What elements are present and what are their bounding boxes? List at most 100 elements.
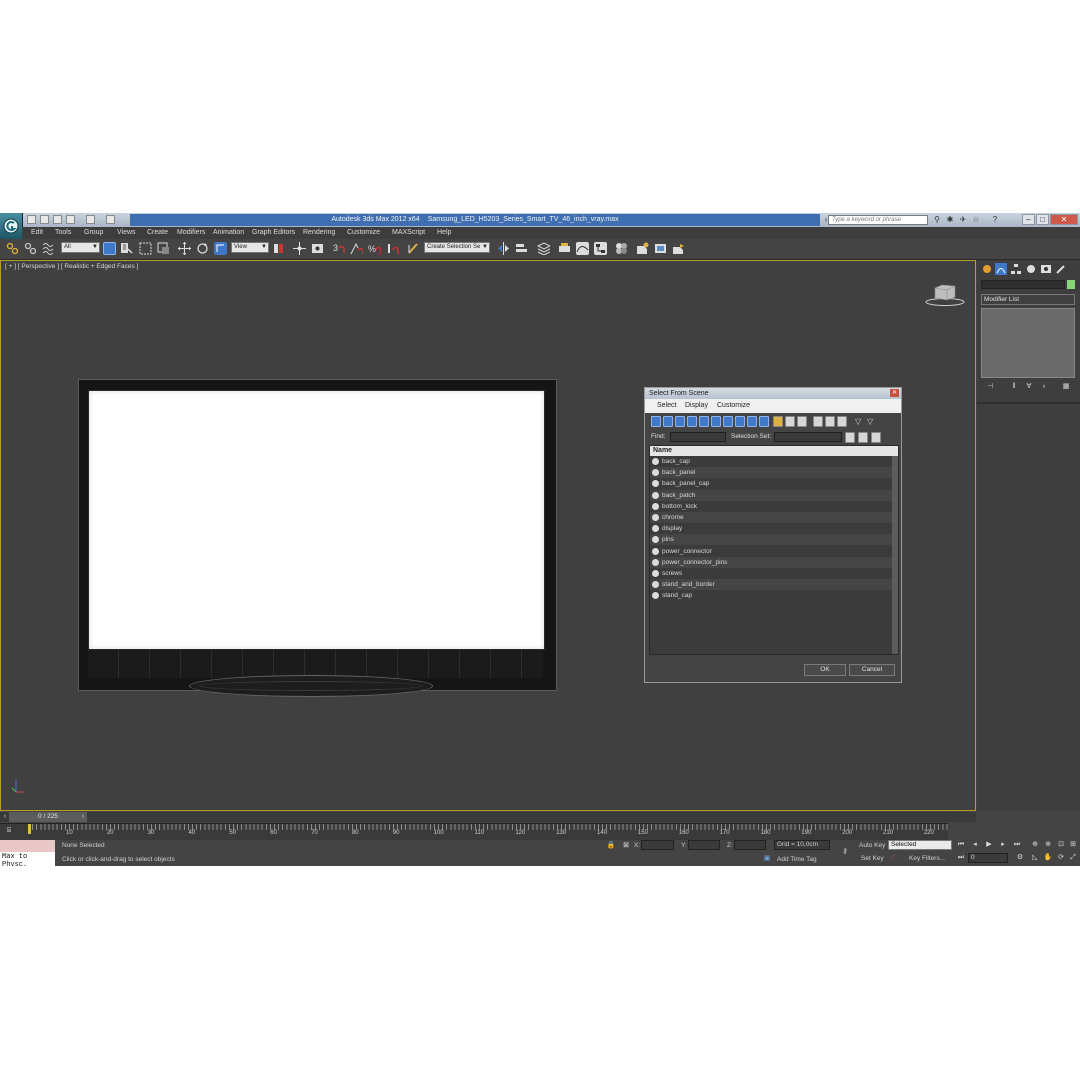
select-and-move-highlight-icon[interactable] — [214, 242, 227, 255]
selection-lock-icon[interactable]: 🔒 — [606, 841, 616, 851]
find-input[interactable] — [670, 432, 726, 442]
curve-editor-icon[interactable] — [576, 242, 589, 255]
display-cameras-icon[interactable] — [687, 416, 697, 427]
project-folder-icon[interactable] — [106, 215, 115, 224]
pan-view-icon[interactable]: ✋ — [1043, 853, 1053, 863]
display-xrefs-icon[interactable] — [735, 416, 745, 427]
add-time-tag-icon[interactable]: ▣ — [762, 854, 772, 864]
hierarchy-tab-icon[interactable] — [1010, 263, 1022, 275]
zoom-all-icon[interactable]: ⊕ — [1043, 840, 1053, 850]
display-lights-icon[interactable] — [675, 416, 685, 427]
object-name-input[interactable] — [981, 280, 1065, 289]
menu-edit[interactable]: Edit — [31, 228, 43, 238]
menu-graph-editors[interactable]: Graph Editors — [252, 228, 295, 238]
align-icon[interactable] — [515, 242, 528, 255]
bind-space-warp-icon[interactable] — [42, 242, 55, 255]
y-coordinate-field[interactable] — [688, 840, 720, 850]
display-helpers-icon[interactable] — [699, 416, 709, 427]
unlink-selection-icon[interactable] — [24, 242, 37, 255]
menu-help[interactable]: Help — [437, 228, 451, 238]
dialog-close-icon[interactable]: ✕ — [890, 389, 899, 397]
display-tab-icon[interactable] — [1040, 263, 1052, 275]
mirror-icon[interactable] — [497, 242, 510, 255]
perspective-viewport[interactable]: [ + ] [ Perspective ] [ Realistic + Edge… — [0, 260, 976, 811]
maximize-viewport-icon[interactable]: ⤢ — [1068, 853, 1078, 863]
object-list-row[interactable]: power_connector_pins — [650, 556, 892, 568]
binoculars-icon[interactable]: ⚲ — [932, 215, 942, 225]
time-configuration-icon[interactable]: ⚙ — [1015, 853, 1025, 863]
menu-views[interactable]: Views — [117, 228, 136, 238]
select-and-manipulate-icon[interactable] — [293, 242, 306, 255]
use-pivot-center-icon[interactable] — [272, 242, 285, 255]
new-file-icon[interactable] — [27, 215, 36, 224]
menu-customize[interactable]: Customize — [347, 228, 380, 238]
add-time-tag[interactable]: Add Time Tag — [777, 856, 817, 863]
add-to-selection-set-icon[interactable] — [858, 432, 868, 443]
display-groups-icon[interactable] — [723, 416, 733, 427]
window-crossing-icon[interactable] — [157, 242, 170, 255]
maxscript-listener-input[interactable] — [0, 840, 55, 852]
select-and-rotate-icon[interactable] — [196, 242, 209, 255]
remove-from-selection-set-icon[interactable] — [871, 432, 881, 443]
named-selection-sets-dropdown[interactable]: Create Selection Se ▼ — [424, 242, 490, 253]
z-coordinate-field[interactable] — [734, 840, 766, 850]
percent-snap-toggle-icon[interactable]: % — [368, 242, 381, 255]
zoom-extents-icon[interactable]: ⊡ — [1056, 840, 1066, 850]
field-of-view-icon[interactable]: ◺ — [1030, 853, 1040, 863]
render-setup-icon[interactable] — [636, 242, 649, 255]
current-frame-field[interactable]: 0 — [968, 853, 1008, 863]
object-list-row[interactable]: display — [650, 523, 892, 534]
pin-stack-icon[interactable]: ⊣ — [985, 382, 995, 392]
list-scrollbar[interactable] — [892, 456, 898, 654]
graphite-ribbon-icon[interactable] — [558, 242, 571, 255]
minimize-button[interactable]: – — [1022, 214, 1035, 225]
angle-snap-toggle-icon[interactable] — [350, 242, 363, 255]
key-filters-button[interactable]: Key Filters... — [909, 855, 945, 862]
maxscript-listener[interactable]: Max to Physc. — [0, 840, 55, 866]
rectangular-selection-region-icon[interactable] — [139, 242, 152, 255]
redo-icon[interactable] — [86, 215, 95, 224]
zoom-extents-all-icon[interactable]: ⊞ — [1068, 840, 1078, 850]
display-none-icon[interactable] — [785, 416, 795, 427]
menu-group[interactable]: Group — [84, 228, 103, 238]
menu-tools[interactable]: Tools — [55, 228, 71, 238]
time-slider-next-icon[interactable]: › — [78, 812, 88, 822]
viewport-label[interactable]: [ + ] [ Perspective ] [ Realistic + Edge… — [5, 263, 138, 270]
go-to-end-icon[interactable]: ⏭ — [1012, 840, 1022, 850]
save-file-icon[interactable] — [53, 215, 62, 224]
object-list-row[interactable]: power_connector — [650, 546, 892, 557]
track-bar[interactable]: ⌸ 10 20 30 40 50 60 70 80 90 100 110 120 130 140 150 16… — [0, 823, 948, 840]
filter-options-icon[interactable]: ▽ — [867, 416, 877, 427]
reference-coordinate-dropdown[interactable]: View ▼ — [231, 242, 269, 253]
close-button[interactable]: ✕ — [1050, 214, 1078, 225]
menu-modifiers[interactable]: Modifiers — [177, 228, 205, 238]
create-tab-icon[interactable] — [981, 263, 993, 275]
tv-model-frame[interactable] — [78, 379, 557, 691]
auto-key-button[interactable]: Auto Key — [859, 842, 885, 849]
filter-icon[interactable]: ▽ — [855, 416, 865, 427]
object-list-row[interactable]: chrome — [650, 512, 892, 523]
zoom-icon[interactable]: ⊕ — [1030, 840, 1040, 850]
display-shapes-icon[interactable] — [663, 416, 673, 427]
modifier-stack[interactable] — [981, 308, 1075, 378]
create-selection-set-icon[interactable] — [845, 432, 855, 443]
layer-manager-icon[interactable] — [537, 242, 550, 255]
menu-create[interactable]: Create — [147, 228, 168, 238]
motion-tab-icon[interactable] — [1025, 263, 1037, 275]
previous-frame-icon[interactable]: ◂ — [970, 840, 980, 850]
play-icon[interactable]: ▶ — [984, 840, 994, 850]
remove-modifier-icon[interactable]: ♁ — [1039, 382, 1049, 392]
select-invert-icon[interactable] — [837, 416, 847, 427]
dialog-menu-customize[interactable]: Customize — [717, 402, 750, 409]
spinner-snap-toggle-icon[interactable] — [386, 242, 399, 255]
object-list-row[interactable]: back_panel — [650, 467, 892, 479]
display-space-warps-icon[interactable] — [711, 416, 721, 427]
default-in-out-tangents-icon[interactable]: ⟋ — [888, 853, 898, 863]
ok-button[interactable]: OK — [804, 664, 846, 676]
modify-tab-icon[interactable] — [995, 263, 1007, 275]
viewcube-icon[interactable] — [925, 283, 965, 307]
set-key-mode-icon[interactable]: ⚷ — [838, 847, 852, 857]
key-mode-toggle-icon[interactable]: ⏭ — [956, 853, 966, 863]
dialog-menu-display[interactable]: Display — [685, 402, 708, 409]
menu-rendering[interactable]: Rendering — [303, 228, 335, 238]
